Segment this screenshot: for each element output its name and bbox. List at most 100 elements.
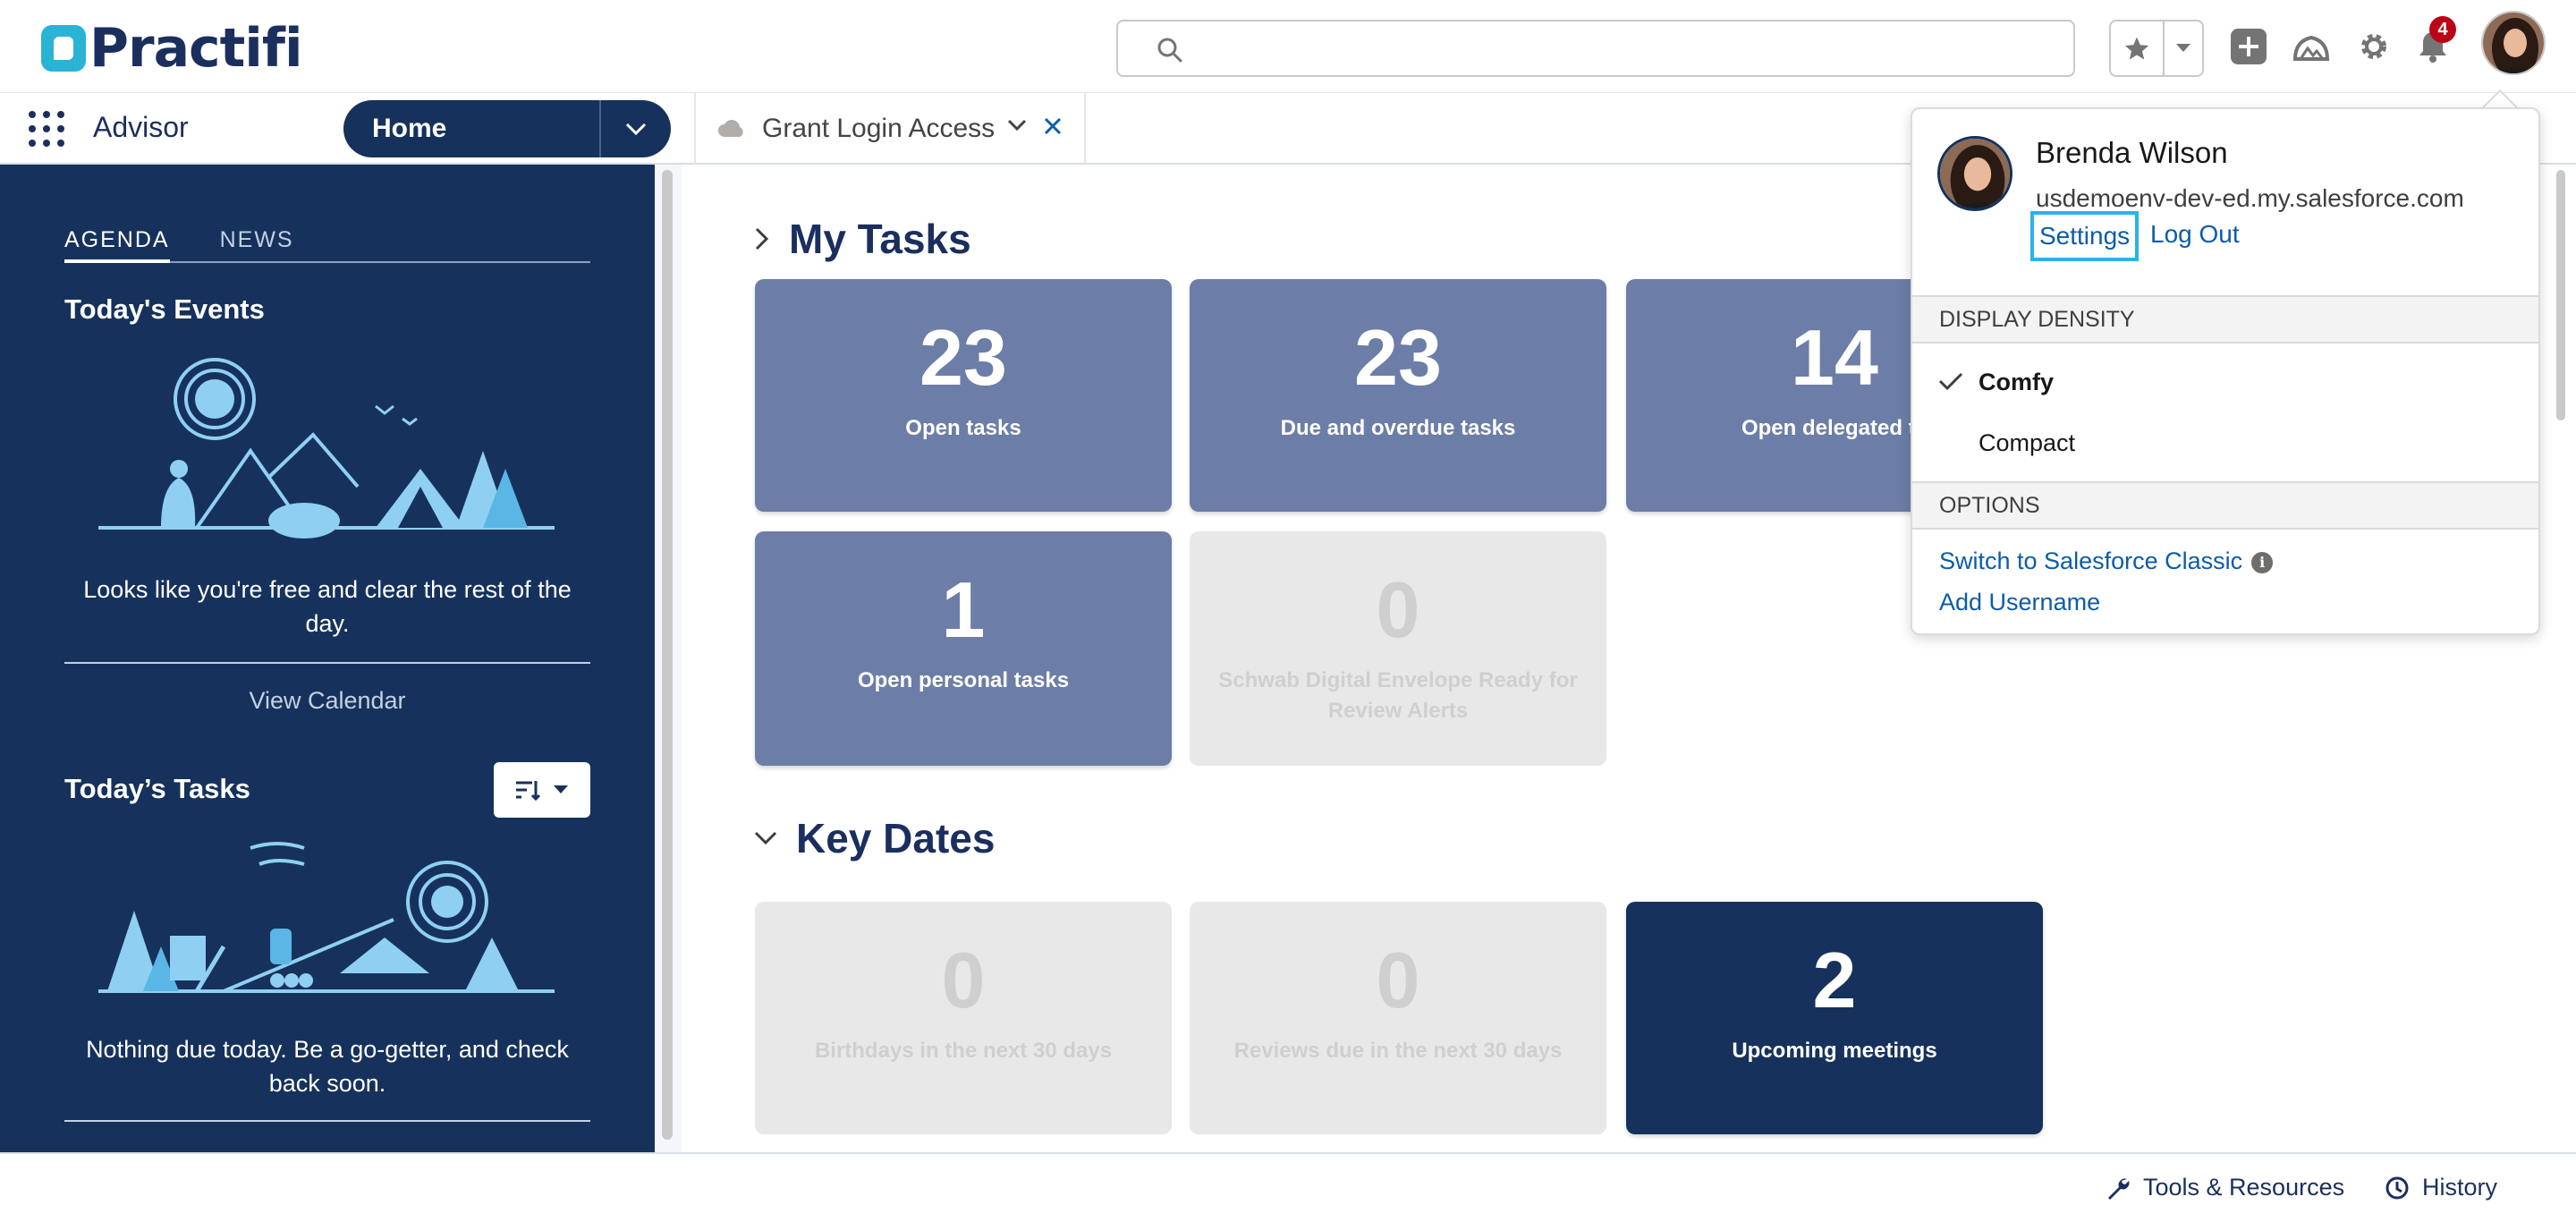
chevron-down-icon bbox=[554, 785, 568, 793]
divider bbox=[64, 662, 590, 664]
tile-upcoming-meetings[interactable]: 2 Upcoming meetings bbox=[1626, 902, 2043, 1134]
tab-news[interactable]: NEWS bbox=[220, 227, 294, 263]
tasks-title: Today’s Tasks bbox=[64, 773, 250, 804]
switch-to-classic-link[interactable]: Switch to Salesforce Classic bbox=[1939, 547, 2242, 574]
tile-value: 0 bbox=[1376, 936, 1420, 1024]
profile-avatar[interactable] bbox=[1937, 136, 2012, 211]
logo-text: Practifi bbox=[89, 17, 303, 80]
campfire-illustration bbox=[98, 842, 555, 993]
notification-badge: 4 bbox=[2429, 16, 2456, 43]
tasks-empty-message: Nothing due today. Be a go-getter, and c… bbox=[86, 1036, 569, 1097]
utility-bar: Tools & Resources History bbox=[0, 1152, 2576, 1222]
favorites-list-button[interactable] bbox=[2165, 21, 2202, 75]
tile-label: Due and overdue tasks bbox=[1280, 416, 1516, 440]
workspace-tab-label: Grant Login Access bbox=[762, 114, 996, 143]
tile-schwab-alerts[interactable]: 0 Schwab Digital Envelope Ready for Revi… bbox=[1190, 531, 1606, 766]
view-calendar-link[interactable]: View Calendar bbox=[64, 687, 590, 715]
trailhead-icon bbox=[2292, 35, 2330, 61]
tile-birthdays[interactable]: 0 Birthdays in the next 30 days bbox=[755, 902, 1172, 1134]
home-tab-menu-button[interactable] bbox=[599, 100, 671, 157]
star-icon bbox=[2124, 37, 2149, 60]
task-sort-button[interactable] bbox=[494, 762, 590, 818]
info-icon[interactable]: i bbox=[2251, 551, 2274, 573]
switch-classic-row: Switch to Salesforce Classic i bbox=[1939, 547, 2274, 575]
tile-label: Upcoming meetings bbox=[1732, 1039, 1937, 1063]
workspace-tab[interactable]: Grant Login Access bbox=[694, 93, 1086, 165]
tab-agenda[interactable]: AGENDA bbox=[64, 227, 170, 263]
tile-value: 0 bbox=[941, 936, 986, 1024]
tile-label: Open personal tasks bbox=[857, 668, 1070, 692]
profile-name[interactable]: Brenda Wilson bbox=[2036, 136, 2228, 170]
practifi-logo[interactable]: Practifi bbox=[41, 17, 303, 80]
tile-open-personal-tasks[interactable]: 1 Open personal tasks bbox=[755, 531, 1172, 766]
chevron-down-icon bbox=[754, 831, 777, 845]
tools-resources-label: Tools & Resources bbox=[2143, 1174, 2345, 1201]
cloud-icon bbox=[718, 120, 743, 137]
my-tasks-title: My Tasks bbox=[789, 216, 971, 262]
tile-reviews-due[interactable]: 0 Reviews due in the next 30 days bbox=[1190, 902, 1606, 1134]
settings-link[interactable]: Settings bbox=[2030, 211, 2140, 261]
tools-resources-button[interactable]: Tools & Resources bbox=[2106, 1174, 2344, 1201]
history-button[interactable]: History bbox=[2385, 1174, 2497, 1201]
tile-label: Open tasks bbox=[905, 416, 1021, 440]
favorites-button[interactable] bbox=[2111, 21, 2165, 75]
home-tab-label: Home bbox=[372, 114, 447, 143]
chevron-down-icon[interactable] bbox=[1007, 118, 1027, 132]
tile-open-tasks[interactable]: 23 Open tasks bbox=[755, 279, 1172, 512]
app-launcher-icon[interactable] bbox=[27, 109, 66, 149]
app-name: Advisor bbox=[93, 111, 189, 143]
gear-icon bbox=[2361, 34, 2386, 59]
tile-label: Reviews due in the next 30 days bbox=[1233, 1039, 1563, 1063]
main-scrollbar[interactable] bbox=[2556, 170, 2565, 420]
favorites-group bbox=[2109, 20, 2204, 77]
tile-value: 2 bbox=[1812, 936, 1857, 1024]
tile-value: 1 bbox=[941, 565, 986, 654]
sort-icon bbox=[516, 781, 541, 801]
check-icon bbox=[1938, 372, 1963, 391]
user-avatar-button[interactable] bbox=[2481, 11, 2546, 75]
agenda-sidebar: AGENDA NEWS Today's Events Looks like yo… bbox=[0, 165, 655, 1152]
options-header: OPTIONS bbox=[1912, 481, 2538, 530]
divider bbox=[64, 1120, 590, 1122]
wrench-icon bbox=[2108, 1178, 2130, 1200]
tile-label: Schwab Digital Envelope Ready for Review… bbox=[1218, 668, 1578, 723]
tile-value: 23 bbox=[919, 313, 1007, 402]
chevron-down-icon bbox=[625, 123, 647, 136]
display-density-header: DISPLAY DENSITY bbox=[1912, 295, 2538, 344]
close-icon[interactable] bbox=[1043, 116, 1063, 136]
density-option-comfy[interactable]: Comfy bbox=[1979, 369, 2054, 396]
avatar bbox=[1940, 139, 2010, 208]
clock-icon bbox=[2385, 1176, 2409, 1199]
key-dates-header[interactable]: Key Dates bbox=[753, 814, 995, 862]
add-username-link[interactable]: Add Username bbox=[1939, 589, 2100, 616]
chevron-right-icon bbox=[755, 227, 769, 250]
global-header: Practifi 4 bbox=[0, 0, 2576, 93]
practifi-logo-icon bbox=[41, 25, 86, 72]
user-profile-panel: Brenda Wilson usdemoenv-dev-ed.my.salesf… bbox=[1911, 107, 2540, 635]
chevron-down-icon bbox=[2176, 44, 2190, 52]
trailhead-button[interactable] bbox=[2290, 25, 2333, 68]
add-icon bbox=[2231, 29, 2267, 64]
tile-label: Birthdays in the next 30 days bbox=[814, 1039, 1113, 1063]
density-option-compact[interactable]: Compact bbox=[1979, 429, 2075, 457]
logout-link[interactable]: Log Out bbox=[2150, 220, 2240, 249]
search-icon bbox=[1157, 38, 1182, 63]
avatar bbox=[2483, 13, 2544, 73]
global-search[interactable] bbox=[1116, 20, 2075, 77]
key-dates-title: Key Dates bbox=[796, 815, 996, 861]
profile-domain: usdemoenv-dev-ed.my.salesforce.com bbox=[2036, 184, 2464, 212]
home-tab[interactable]: Home bbox=[343, 100, 671, 157]
tile-due-overdue-tasks[interactable]: 23 Due and overdue tasks bbox=[1190, 279, 1606, 512]
tile-value: 0 bbox=[1376, 565, 1420, 654]
tile-value: 23 bbox=[1354, 313, 1442, 402]
my-tasks-header[interactable]: My Tasks bbox=[753, 215, 971, 263]
history-label: History bbox=[2422, 1174, 2498, 1201]
sidebar-tabs: AGENDA NEWS bbox=[64, 227, 590, 263]
global-actions-button[interactable] bbox=[2227, 25, 2270, 68]
camping-illustration bbox=[98, 358, 555, 539]
search-input[interactable] bbox=[1200, 30, 2041, 66]
events-empty-message: Looks like you're free and clear the res… bbox=[83, 576, 572, 637]
events-title: Today's Events bbox=[64, 293, 265, 325]
setup-button[interactable] bbox=[2352, 25, 2395, 68]
sidebar-scrollbar[interactable] bbox=[662, 170, 673, 1140]
